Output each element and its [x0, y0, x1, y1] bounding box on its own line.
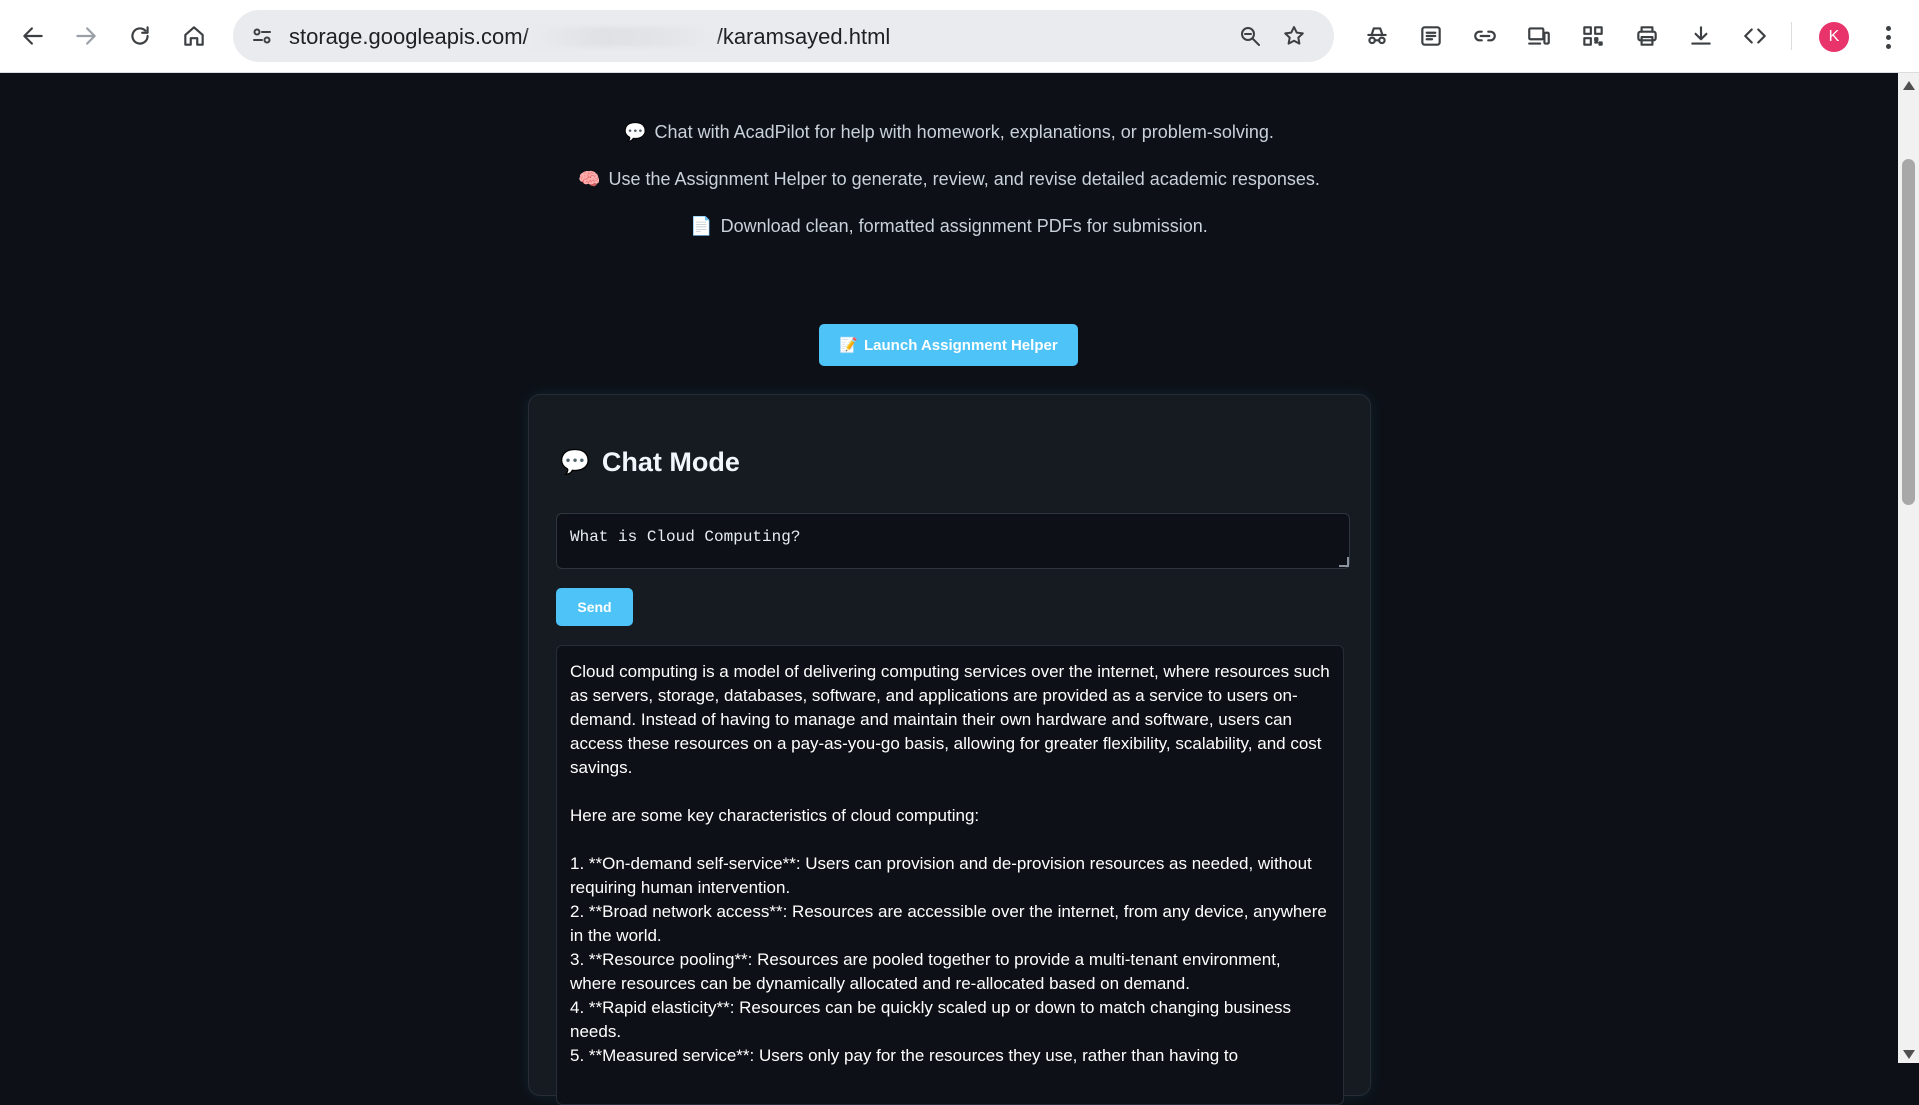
- back-arrow-icon: [23, 27, 43, 45]
- reading-mode-button[interactable]: [1408, 13, 1454, 59]
- textarea-resize-handle[interactable]: [1339, 557, 1349, 567]
- send-button[interactable]: Send: [556, 588, 633, 626]
- intro-helper-line: 🧠 Use the Assignment Helper to generate, …: [0, 169, 1898, 190]
- intro-chat-text: Chat with AcadPilot for help with homewo…: [654, 122, 1274, 142]
- incognito-extension-button[interactable]: [1354, 13, 1400, 59]
- launch-assignment-helper-button[interactable]: 📝 Launch Assignment Helper: [819, 324, 1078, 366]
- tune-icon: [253, 28, 271, 44]
- chat-input[interactable]: What is Cloud Computing?: [556, 513, 1350, 569]
- downloads-button[interactable]: [1678, 13, 1724, 59]
- toolbar-separator: [1791, 22, 1792, 50]
- url-text[interactable]: storage.googleapis.com/ /karamsayed.html: [289, 24, 890, 50]
- scroll-up-arrow-icon[interactable]: [1903, 81, 1915, 90]
- reload-icon: [131, 26, 149, 45]
- reading-list-icon: [1421, 26, 1441, 46]
- incognito-icon: [1367, 27, 1387, 45]
- zoom-out-icon: [1241, 27, 1260, 46]
- chat-mode-title: Chat Mode: [601, 447, 740, 477]
- intro-download-text: Download clean, formatted assignment PDF…: [720, 216, 1208, 236]
- chat-response: Cloud computing is a model of delivering…: [556, 645, 1344, 1105]
- star-icon: [1284, 26, 1304, 45]
- code-icon: [1744, 28, 1766, 44]
- qr-code-icon: [1583, 26, 1603, 46]
- intro-chat-line: 💬 Chat with AcadPilot for help with homew…: [0, 122, 1898, 143]
- home-icon: [184, 26, 204, 46]
- print-button[interactable]: [1624, 13, 1670, 59]
- url-prefix: storage.googleapis.com/: [289, 24, 529, 49]
- printer-icon: [1637, 26, 1657, 46]
- document-icon: 📄: [690, 216, 713, 236]
- chat-mode-heading: 💬 Chat Mode: [560, 447, 740, 478]
- page-scrollbar[interactable]: [1898, 73, 1919, 1063]
- forward-button[interactable]: [63, 13, 109, 59]
- bookmark-button[interactable]: [1278, 20, 1310, 52]
- url-suffix: /karamsayed.html: [716, 24, 891, 49]
- site-info-button[interactable]: [245, 19, 279, 53]
- forward-arrow-icon: [76, 27, 96, 45]
- redacted-url-segment: [528, 27, 717, 47]
- address-bar[interactable]: storage.googleapis.com/ /karamsayed.html: [233, 10, 1334, 62]
- intro-download-line: 📄 Download clean, formatted assignment PD…: [0, 216, 1898, 237]
- intro-helper-text: Use the Assignment Helper to generate, r…: [608, 169, 1320, 189]
- download-icon: [1691, 26, 1711, 45]
- profile-avatar[interactable]: K: [1819, 22, 1849, 52]
- speech-bubble-icon: 💬: [560, 449, 590, 476]
- back-button[interactable]: [10, 13, 56, 59]
- zoom-button[interactable]: [1234, 20, 1266, 52]
- scrollbar-thumb[interactable]: [1902, 159, 1915, 505]
- scroll-down-arrow-icon[interactable]: [1903, 1050, 1915, 1059]
- cast-devices-button[interactable]: [1516, 13, 1562, 59]
- link-icon: [1474, 30, 1496, 42]
- launch-button-label: Launch Assignment Helper: [864, 336, 1058, 354]
- browser-toolbar: storage.googleapis.com//karamsayed.html …: [0, 0, 1919, 73]
- brain-icon: 🧠: [578, 169, 601, 189]
- devtools-button[interactable]: [1732, 13, 1778, 59]
- chat-mode-card: 💬 Chat Mode What is Cloud Computing? Send…: [528, 394, 1371, 1105]
- browser-menu-button[interactable]: [1873, 20, 1903, 54]
- speech-bubble-icon: 💬: [624, 122, 647, 142]
- copy-link-button[interactable]: [1462, 13, 1508, 59]
- qr-code-button[interactable]: [1570, 13, 1616, 59]
- devices-icon: [1528, 27, 1550, 45]
- home-button[interactable]: [171, 13, 217, 59]
- memo-icon: 📝: [839, 337, 859, 354]
- reload-button[interactable]: [117, 13, 163, 59]
